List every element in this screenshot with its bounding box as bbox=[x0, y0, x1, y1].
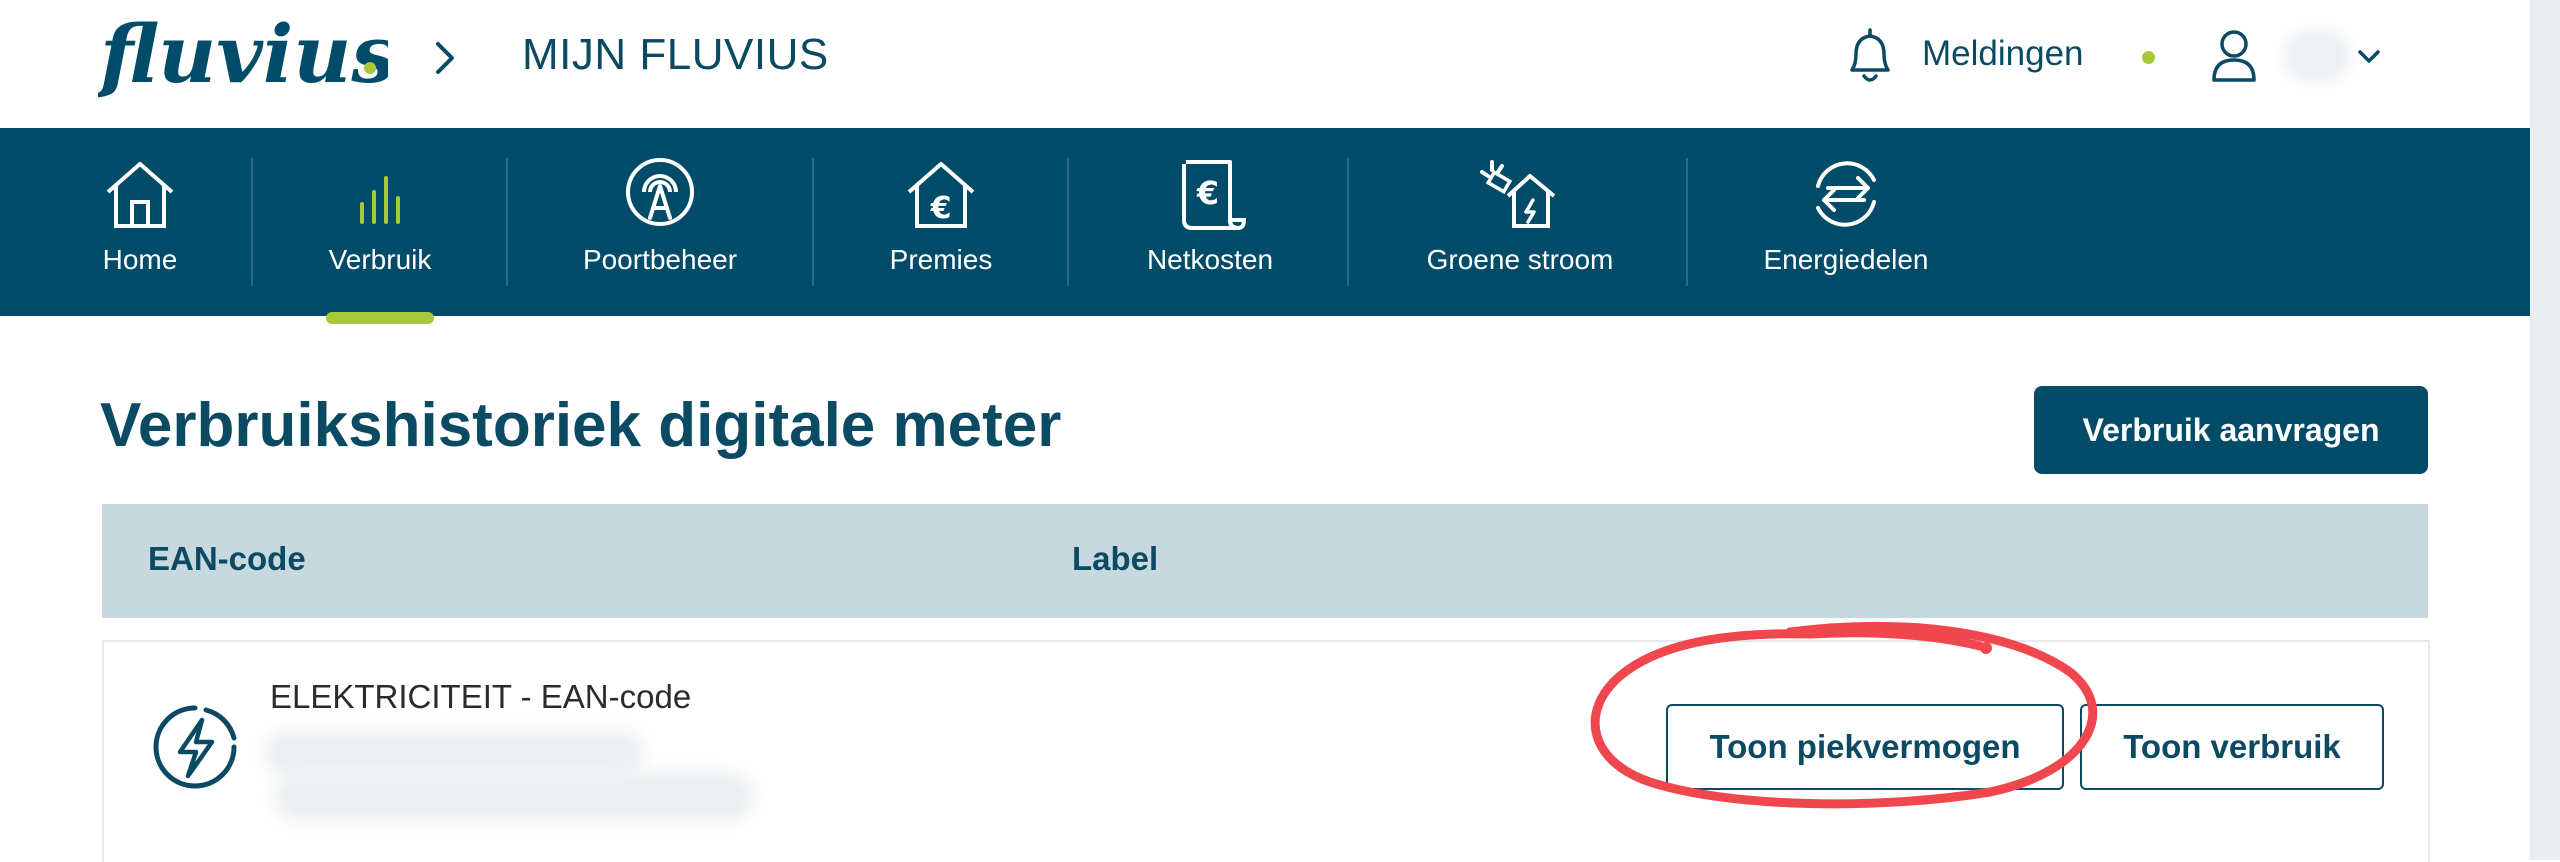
nav-divider bbox=[1067, 158, 1069, 286]
house-euro-icon: € bbox=[907, 162, 975, 228]
bar-chart-icon bbox=[360, 176, 400, 224]
euro-scroll-icon: € bbox=[1182, 160, 1247, 231]
solar-house-icon bbox=[1480, 160, 1556, 228]
svg-text:fluvius: fluvius bbox=[98, 7, 388, 101]
show-peak-power-button[interactable]: Toon piekvermogen bbox=[1666, 704, 2064, 790]
nav-item-label: Verbruik bbox=[328, 244, 432, 275]
nav-item-energiedelen[interactable]: Energiedelen bbox=[1756, 128, 1936, 316]
svg-text:€: € bbox=[1196, 174, 1219, 212]
nav-item-label: Netkosten bbox=[1146, 244, 1274, 275]
request-usage-button[interactable]: Verbruik aanvragen bbox=[2034, 386, 2428, 474]
lightning-icon bbox=[153, 705, 237, 789]
nav-item-label: Home bbox=[102, 244, 178, 275]
address-redacted bbox=[274, 772, 754, 822]
status-dot bbox=[2142, 51, 2155, 64]
nav-divider bbox=[1686, 158, 1688, 286]
nav-item-home[interactable]: Home bbox=[86, 128, 194, 316]
nav-divider bbox=[251, 158, 253, 286]
svg-text:€: € bbox=[930, 191, 952, 226]
notifications-link[interactable]: Meldingen bbox=[1922, 34, 2084, 74]
user-name-redacted[interactable] bbox=[2282, 30, 2352, 82]
nav-item-label: Premies bbox=[889, 244, 993, 275]
house-icon bbox=[106, 162, 174, 228]
nav-item-premies[interactable]: € Premies bbox=[880, 128, 1002, 316]
breadcrumb-title[interactable]: MIJN FLUVIUS bbox=[522, 30, 829, 80]
nav-divider bbox=[812, 158, 814, 286]
column-header-label: Label bbox=[1072, 540, 1159, 577]
nav-item-label: Poortbeheer bbox=[582, 244, 738, 275]
nav-item-netkosten[interactable]: € Netkosten bbox=[1140, 128, 1280, 316]
main-navigation: Home Verbruik Poortbeheer € Premies € Ne… bbox=[0, 128, 2530, 324]
bell-icon[interactable] bbox=[1842, 26, 1898, 88]
meter-type-label: ELEKTRICITEIT - EAN-code bbox=[270, 678, 692, 715]
nav-item-label: Energiedelen bbox=[1763, 244, 1929, 275]
page-title: Verbruikshistoriek digitale meter bbox=[100, 391, 1062, 460]
nav-divider bbox=[506, 158, 508, 286]
nav-item-verbruik[interactable]: Verbruik bbox=[320, 128, 440, 316]
chevron-down-icon[interactable] bbox=[2356, 44, 2382, 70]
column-header-ean: EAN-code bbox=[148, 540, 306, 577]
scrollbar-track[interactable] bbox=[2530, 0, 2560, 860]
antenna-icon bbox=[626, 158, 694, 226]
ean-code-redacted bbox=[264, 730, 644, 776]
nav-item-label: Groene stroom bbox=[1426, 244, 1614, 275]
user-icon[interactable] bbox=[2208, 26, 2260, 86]
top-bar: fluvius MIJN FLUVIUS Meldingen bbox=[0, 0, 2530, 128]
table-row: ELEKTRICITEIT - EAN-code Toon piekvermog… bbox=[102, 640, 2430, 862]
active-tab-indicator bbox=[326, 312, 434, 324]
table-header: EAN-code Label bbox=[102, 504, 2428, 618]
fluvius-logo[interactable]: fluvius bbox=[98, 2, 388, 112]
show-usage-button[interactable]: Toon verbruik bbox=[2080, 704, 2384, 790]
chevron-right-icon bbox=[436, 42, 454, 74]
nav-item-poortbeheer[interactable]: Poortbeheer bbox=[570, 128, 750, 316]
nav-item-groene-stroom[interactable]: Groene stroom bbox=[1420, 128, 1620, 316]
nav-divider bbox=[1347, 158, 1349, 286]
exchange-arrows-icon bbox=[1816, 161, 1876, 227]
